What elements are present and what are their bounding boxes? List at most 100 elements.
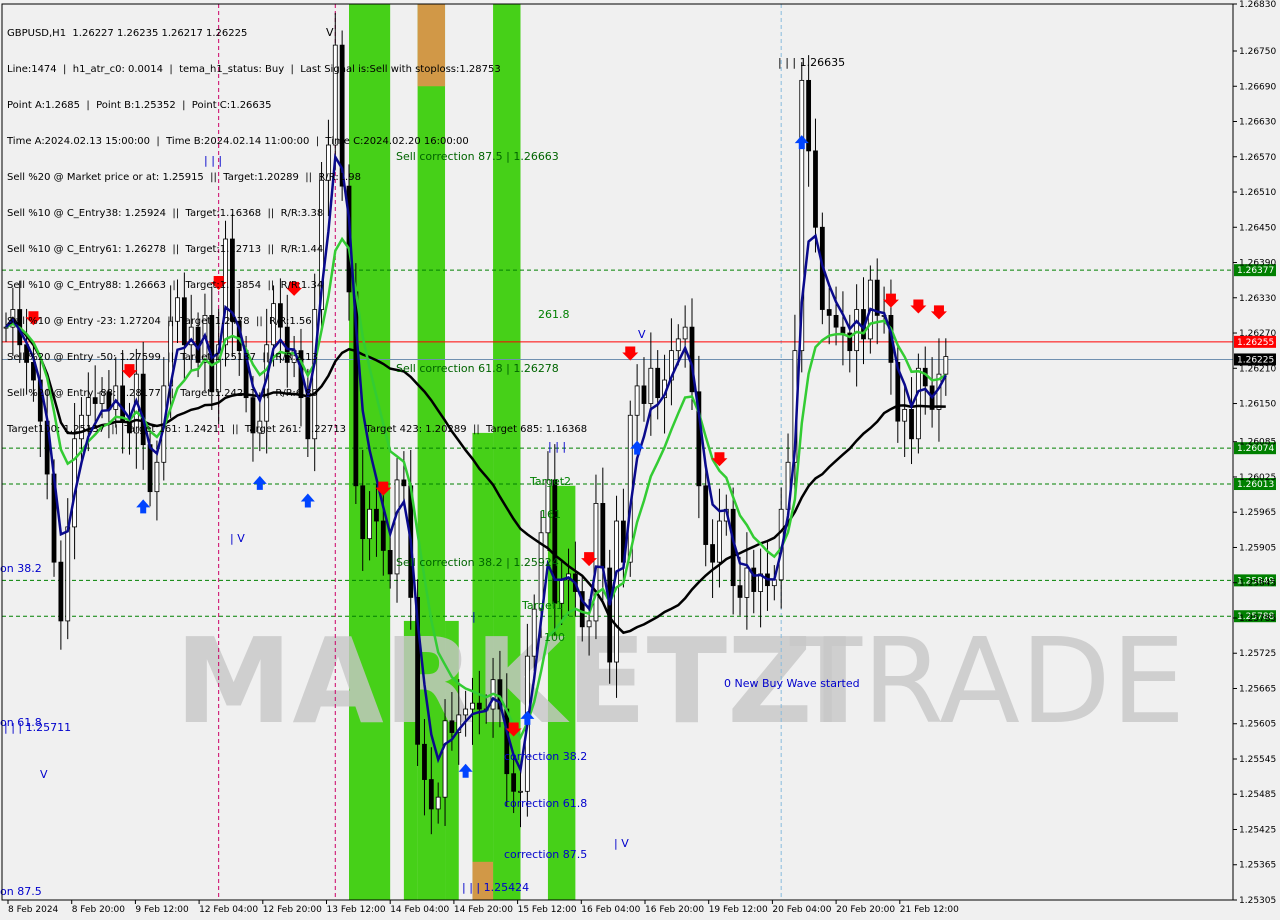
price-tick-label: 1.25485 <box>1239 790 1276 800</box>
price-tick-label: 1.25545 <box>1239 755 1276 765</box>
candle-body <box>648 367 654 404</box>
candle-body <box>710 544 715 563</box>
candle-body <box>401 479 407 487</box>
chart-annotation: Target2 <box>529 475 571 488</box>
chart-annotation: correction 61.8 <box>504 797 587 810</box>
price-tick-label: 1.25785 <box>1239 614 1276 624</box>
candle-body <box>813 150 818 228</box>
time-tick-label: 15 Feb 12:00 <box>518 905 577 915</box>
time-tick-label: 9 Feb 12:00 <box>135 905 189 915</box>
chart-annotation: | V <box>230 532 245 545</box>
info-panel: GBPUSD,H1 1.26227 1.26235 1.26217 1.2622… <box>7 4 587 460</box>
candle-body <box>826 309 832 316</box>
candle-body <box>586 620 592 628</box>
candle-body <box>854 309 860 352</box>
candle-body <box>374 508 379 522</box>
time-tick-label: 14 Feb 20:00 <box>454 905 513 915</box>
candle-body <box>442 720 448 798</box>
price-tick-label: 1.26390 <box>1239 259 1276 269</box>
info-line: Sell %20 @ Market price or at: 1.25915 |… <box>7 172 361 183</box>
price-tick-label: 1.26690 <box>1239 82 1276 92</box>
watermark: MARKETZI TRADE <box>175 612 1185 750</box>
time-tick-label: 13 Feb 12:00 <box>327 905 386 915</box>
chart-annotation: V <box>40 768 48 781</box>
candle-body <box>600 503 606 569</box>
price-tick-label: 1.26270 <box>1239 329 1276 339</box>
price-tick-label: 1.26630 <box>1239 118 1276 128</box>
sell-arrow-icon <box>622 346 639 361</box>
candle-body <box>476 702 482 710</box>
candle-body <box>682 326 688 340</box>
price-tick-label: 1.25905 <box>1239 543 1276 553</box>
candle-body <box>531 608 537 657</box>
candle-body <box>422 743 427 780</box>
chart-annotation: 0 New Buy Wave started <box>724 677 860 690</box>
time-tick-label: 14 Feb 04:00 <box>390 905 449 915</box>
chart-annotation: on 38.2 <box>0 562 42 575</box>
price-tick-label: 1.25605 <box>1239 720 1276 730</box>
sell-arrow-icon <box>910 299 927 314</box>
price-tick-label: 1.26330 <box>1239 294 1276 304</box>
price-tick-label: 1.26025 <box>1239 473 1276 483</box>
price-tick-label: 1.25665 <box>1239 684 1276 694</box>
candle-body <box>360 485 366 540</box>
price-tick-label: 1.26830 <box>1239 0 1276 10</box>
chart-annotation: | <box>472 610 476 623</box>
price-tick-label: 1.26510 <box>1239 188 1276 198</box>
candle-body <box>840 326 846 334</box>
chart-annotation: 100 <box>544 631 565 644</box>
candle-body <box>65 526 71 622</box>
chart-annotation: Sell correction 38.2 | 1.25924 <box>396 556 559 569</box>
time-tick-label: 16 Feb 20:00 <box>645 905 704 915</box>
candle-body <box>634 385 640 416</box>
candle-body <box>154 461 160 493</box>
time-tick-label: 16 Feb 04:00 <box>581 905 640 915</box>
candle-body <box>593 503 599 622</box>
info-line: Sell %10 @ Entry -23: 1.27204 || Target:… <box>7 316 312 327</box>
symbol-line: GBPUSD,H1 1.26227 1.26235 1.26217 1.2622… <box>7 28 248 39</box>
candle-body <box>380 520 386 551</box>
candle-body <box>922 367 928 387</box>
time-axis: 8 Feb 2024 8 Feb 20:00 9 Feb 12:00 12 Feb 0… <box>7 900 959 915</box>
candle-body <box>387 550 393 575</box>
info-line: Sell %10 @ C_Entry61: 1.26278 || Target:… <box>7 244 324 255</box>
price-tick-label: 1.26085 <box>1239 438 1276 448</box>
candle-body <box>833 314 839 328</box>
chart-window: MARKETZI TRADE 1.26377 1.26255 1.26225 1.26… <box>0 0 1280 920</box>
chart-annotation: on 87.5 <box>0 885 42 898</box>
price-tick-label: 1.26210 <box>1239 364 1276 374</box>
candle-body <box>518 790 523 793</box>
info-line: Sell %20 @ Entry -50: 1.27599 || Target:… <box>7 352 318 363</box>
chart-annotation: on 61.8 <box>0 716 42 729</box>
candle-body <box>915 367 921 440</box>
price-level-label: 1.26255 <box>1237 338 1274 348</box>
price-tick-label: 1.26750 <box>1239 47 1276 57</box>
candle-body <box>367 508 372 540</box>
candle-body <box>58 561 64 622</box>
time-tick-label: 8 Feb 2024 <box>8 905 59 915</box>
candle-body <box>641 385 647 404</box>
sell-arrow-icon <box>882 293 899 308</box>
candle-body <box>552 479 558 604</box>
time-tick-label: 12 Feb 20:00 <box>263 905 322 915</box>
price-tick-label: 1.25725 <box>1239 649 1276 659</box>
info-line: Line:1474 | h1_atr_c0: 0.0014 | tema_h1_… <box>7 64 501 75</box>
candle-body <box>717 520 722 563</box>
candle-body <box>511 773 517 792</box>
sell-arrow-icon <box>711 452 728 467</box>
chart-annotation: | V <box>614 837 629 850</box>
buy-arrow-icon <box>458 763 473 778</box>
candle-body <box>463 708 469 716</box>
candle-body <box>806 79 812 152</box>
info-line: Target100: 1.25137 || Target 161: 1.2421… <box>7 424 588 435</box>
time-tick-label: 20 Feb 20:00 <box>836 905 895 915</box>
chart-annotation: | | | 1.26635 <box>778 56 845 69</box>
candle-body <box>744 567 750 598</box>
candle-body <box>675 338 681 352</box>
buy-arrow-icon <box>136 499 151 514</box>
chart-annotation: V <box>638 328 646 341</box>
candle-body <box>943 356 949 375</box>
buy-arrow-icon <box>252 475 267 490</box>
candle-body <box>449 720 455 733</box>
buy-arrow-icon <box>300 493 315 508</box>
